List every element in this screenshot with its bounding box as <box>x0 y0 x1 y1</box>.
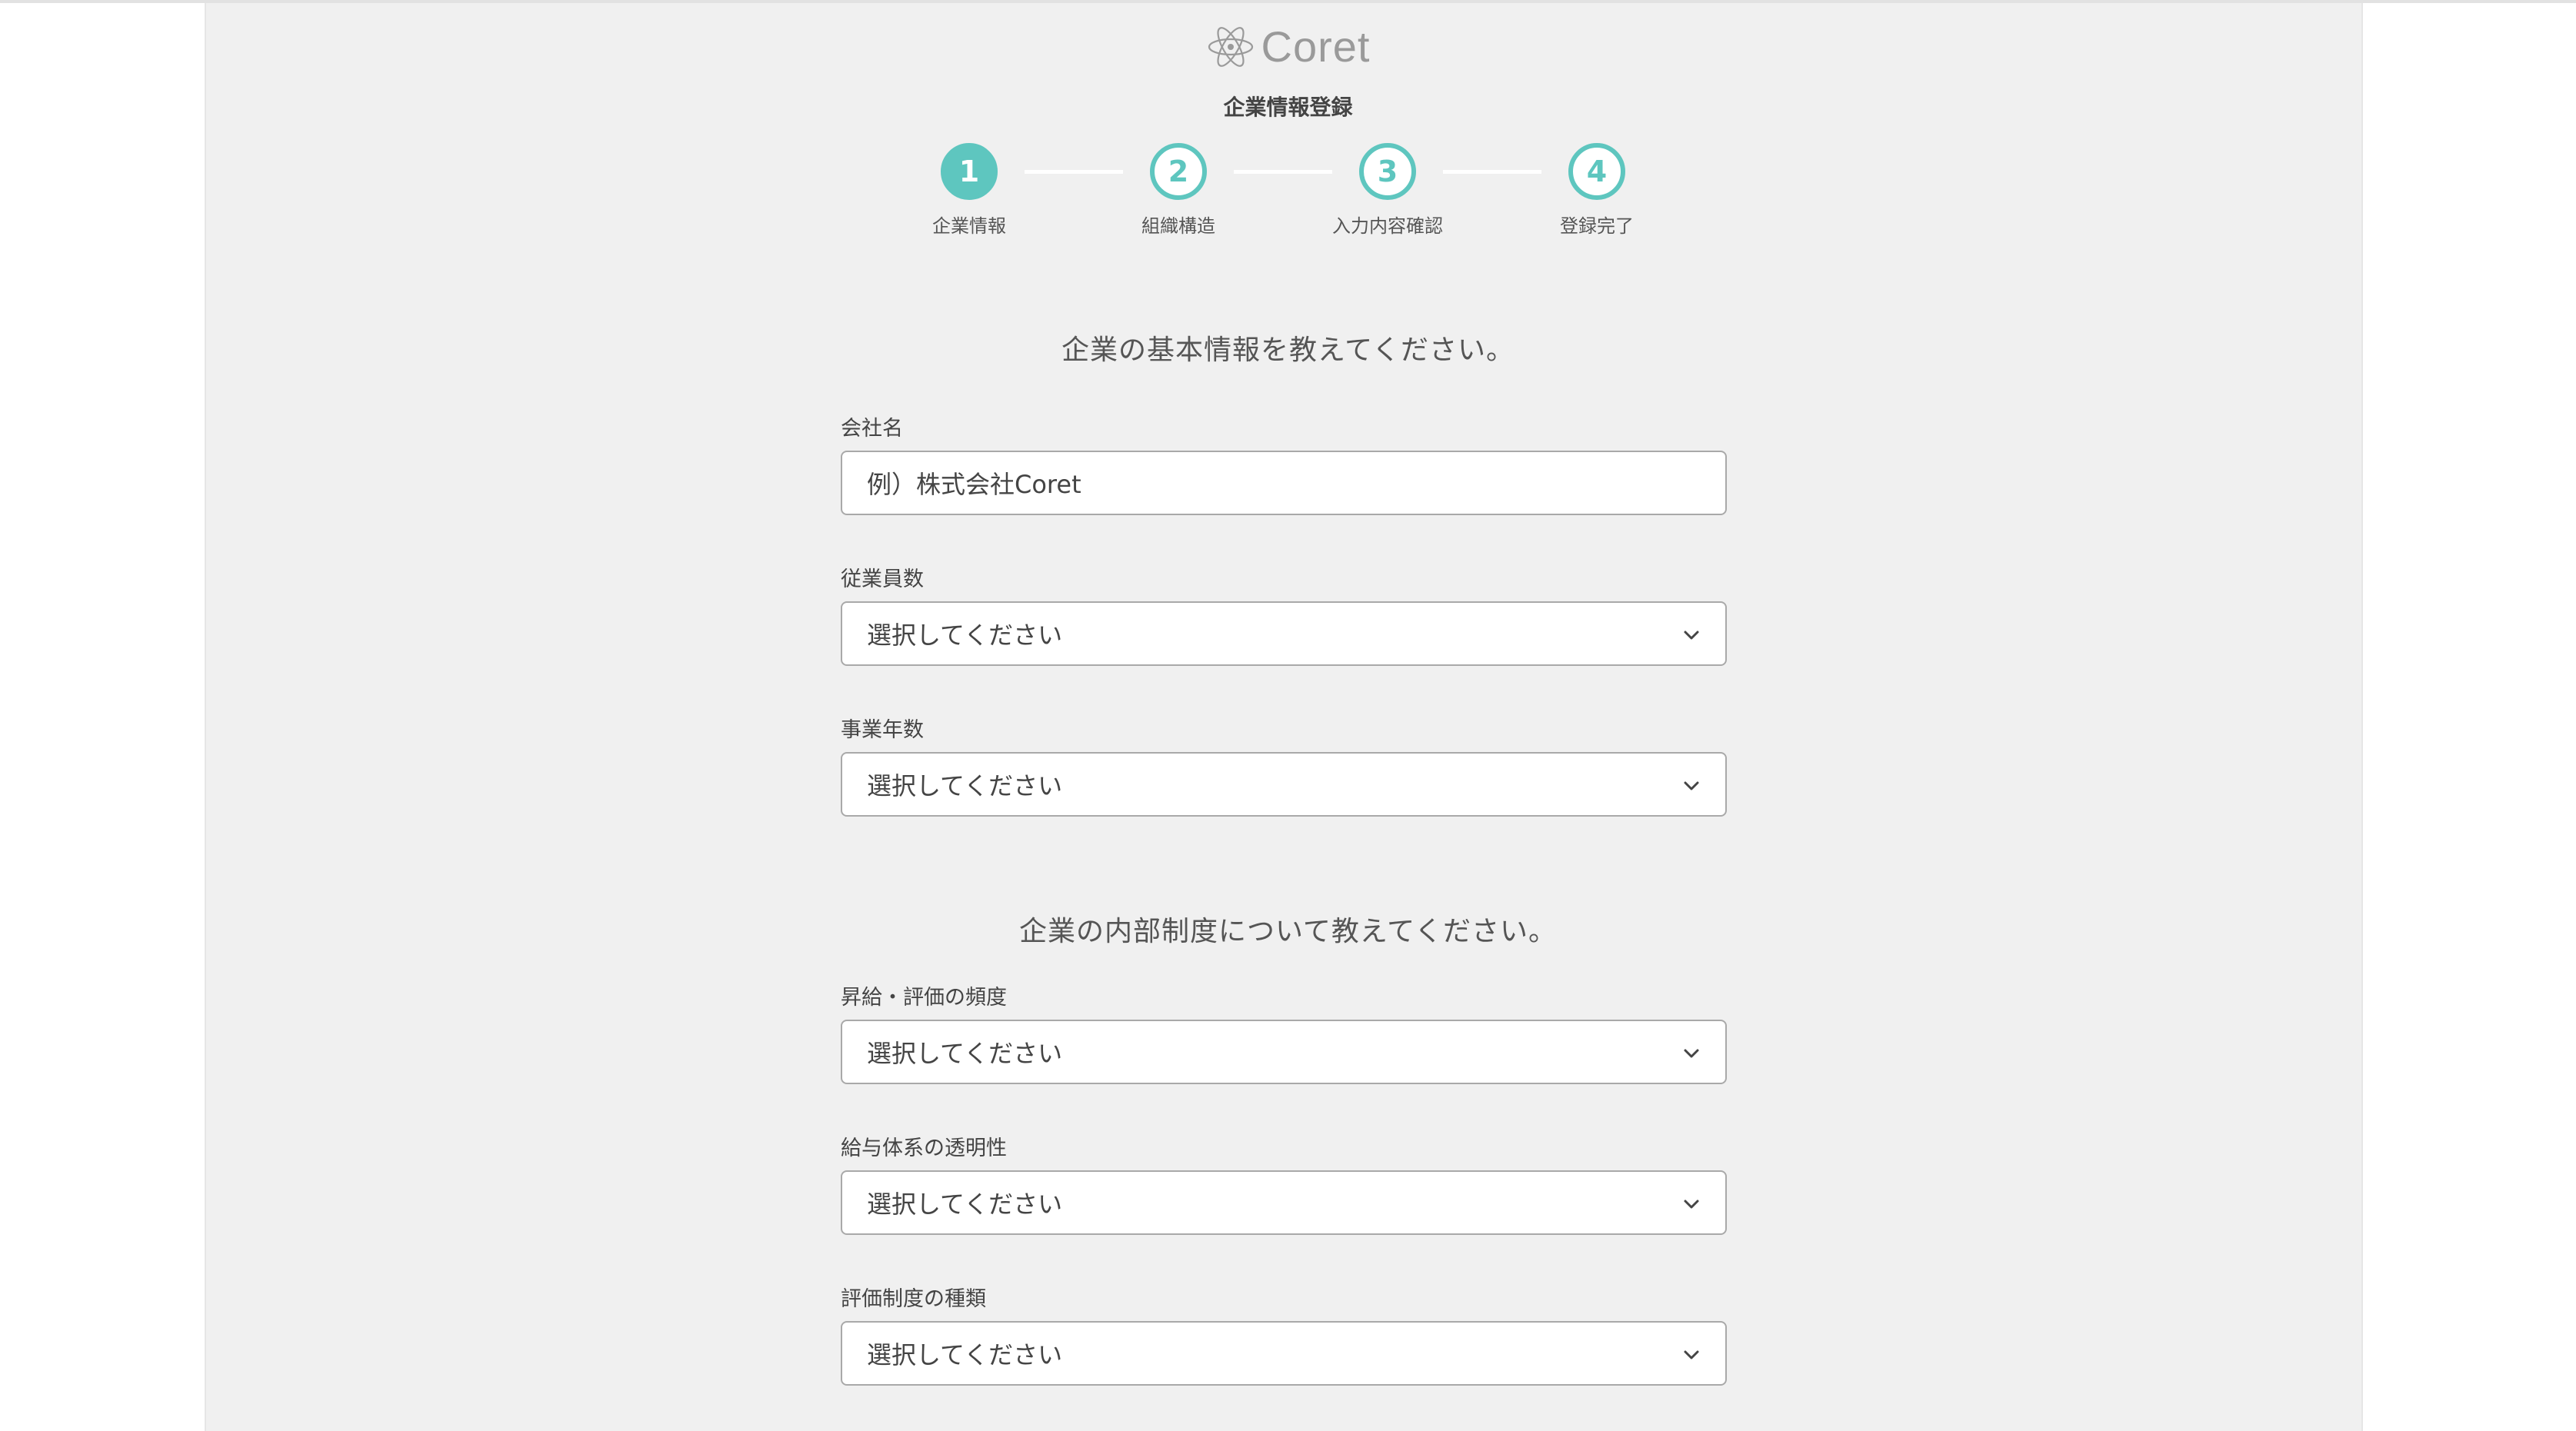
evaluation-type-value: 選択してください <box>867 1340 1063 1369</box>
company-name-input[interactable]: 例）株式会社Coret <box>841 451 1727 515</box>
years-field: 事業年数 選択してください <box>841 718 1727 817</box>
raise-frequency-label: 昇給・評価の頻度 <box>841 986 1007 1010</box>
step-org-structure: 2 組織構造 <box>1063 143 1294 238</box>
step-label: 登録完了 <box>1560 215 1634 237</box>
step-number: 3 <box>1359 143 1416 200</box>
years-select[interactable]: 選択してください <box>841 752 1727 817</box>
years-label: 事業年数 <box>841 718 924 742</box>
chevron-down-icon <box>1684 781 1699 790</box>
years-value: 選択してください <box>867 771 1063 800</box>
step-confirm: 3 入力内容確認 <box>1272 143 1503 238</box>
pay-transparency-select[interactable]: 選択してください <box>841 1170 1727 1235</box>
raise-frequency-select[interactable]: 選択してください <box>841 1020 1727 1084</box>
chevron-down-icon <box>1684 631 1699 640</box>
chevron-down-icon <box>1684 1200 1699 1209</box>
step-label: 組織構造 <box>1141 215 1215 237</box>
progress-stepper: 1 企業情報 2 組織構造 3 入力内容確認 4 登録完了 <box>0 143 2576 243</box>
evaluation-type-label: 評価制度の種類 <box>841 1287 986 1311</box>
pay-transparency-field: 給与体系の透明性 選択してください <box>841 1136 1727 1235</box>
section-internal-title: 企業の内部制度について教えてください。 <box>1018 916 1558 947</box>
raise-frequency-value: 選択してください <box>867 1039 1063 1068</box>
chevron-down-icon <box>1684 1350 1699 1359</box>
pay-transparency-label: 給与体系の透明性 <box>841 1136 1007 1160</box>
step-complete: 4 登録完了 <box>1481 143 1712 238</box>
atom-icon <box>1208 26 1253 67</box>
employees-value: 選択してください <box>867 621 1063 650</box>
evaluation-type-field: 評価制度の種類 選択してください <box>841 1287 1727 1386</box>
step-number: 4 <box>1568 143 1625 200</box>
brand-name: Coret <box>1261 22 1371 71</box>
company-name-placeholder: 例）株式会社Coret <box>867 470 1081 499</box>
company-name-field: 会社名 例）株式会社Coret <box>841 417 1727 515</box>
step-label: 入力内容確認 <box>1332 215 1443 237</box>
employees-select[interactable]: 選択してください <box>841 601 1727 666</box>
pay-transparency-value: 選択してください <box>867 1190 1063 1219</box>
step-label: 企業情報 <box>932 215 1006 237</box>
brand-logo: Coret <box>0 22 2576 72</box>
employees-label: 従業員数 <box>841 567 924 591</box>
section-basic-title: 企業の基本情報を教えてください。 <box>1061 334 1515 366</box>
raise-frequency-field: 昇給・評価の頻度 選択してください <box>841 986 1727 1084</box>
evaluation-type-select[interactable]: 選択してください <box>841 1321 1727 1386</box>
page-title: 企業情報登録 <box>1223 95 1353 120</box>
step-number: 1 <box>941 143 998 200</box>
company-name-label: 会社名 <box>841 417 903 441</box>
step-number: 2 <box>1150 143 1207 200</box>
step-company-info: 1 企業情報 <box>854 143 1085 238</box>
chevron-down-icon <box>1684 1049 1699 1058</box>
employees-field: 従業員数 選択してください <box>841 567 1727 666</box>
